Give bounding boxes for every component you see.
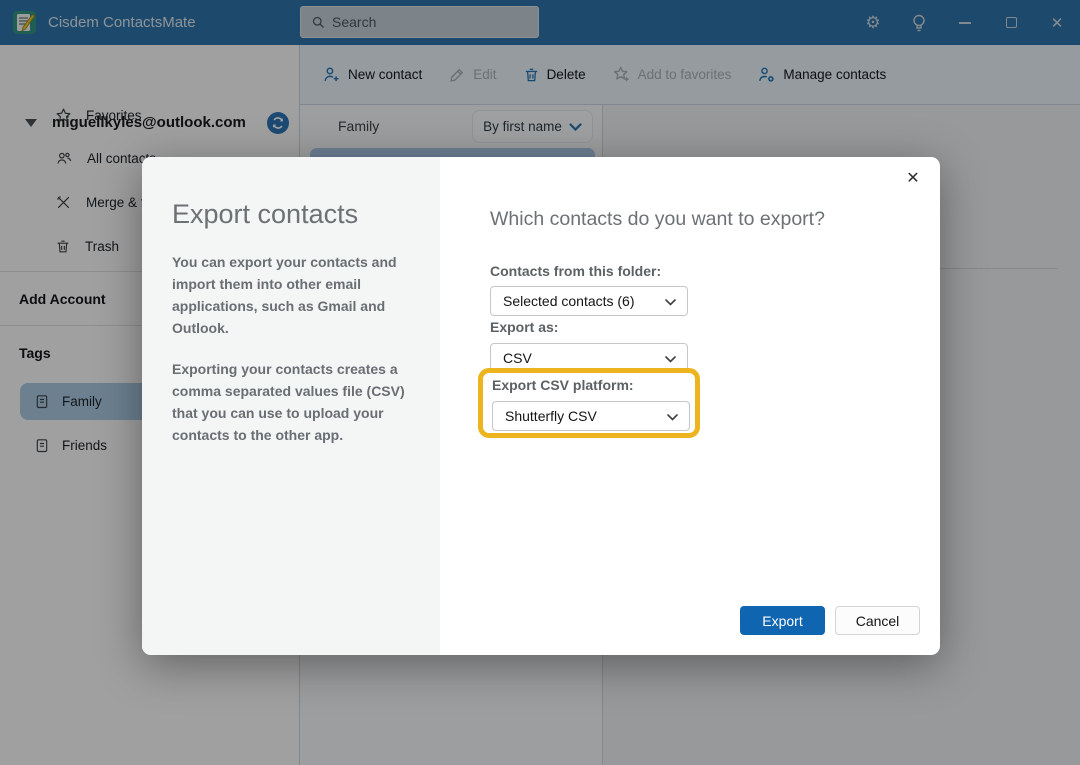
folder-field-label: Contacts from this folder: [490,263,661,279]
dialog-description-1: You can export your contacts and import … [172,251,420,339]
dialog-title: Export contacts [172,199,358,230]
dialog-close-icon[interactable]: ✕ [900,165,926,191]
chevron-down-icon [667,414,678,421]
export-dialog: Export contacts You can export your cont… [142,157,940,655]
chevron-down-icon [665,356,676,363]
platform-field-label: Export CSV platform: [492,377,634,393]
export-button[interactable]: Export [740,606,825,635]
dialog-question: Which contacts do you want to export? [490,208,825,231]
dialog-description-2: Exporting your contacts creates a comma … [172,358,420,446]
folder-select[interactable]: Selected contacts (6) [490,286,688,316]
platform-select[interactable]: Shutterfly CSV [492,401,690,431]
chevron-down-icon [665,299,676,306]
cancel-button[interactable]: Cancel [835,606,920,635]
format-field-label: Export as: [490,319,558,335]
app-window: Cisdem ContactsMate Search ⚙ ✕ mig [0,0,1080,765]
